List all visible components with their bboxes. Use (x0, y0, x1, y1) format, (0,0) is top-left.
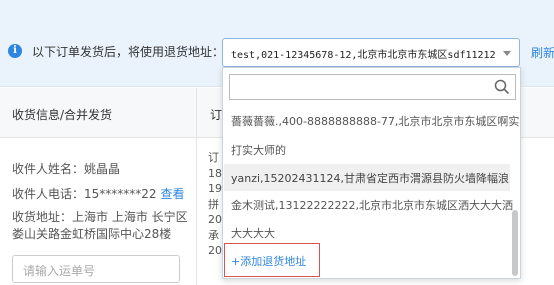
column-header-receiver: 收货信息/合并发货 (12, 108, 113, 122)
tracking-number-input[interactable]: 请输入运单号 (12, 255, 180, 283)
address-option[interactable]: yanzi,15202431124,甘肃省定西市渭源县防火墙降幅浪 (224, 164, 510, 191)
refresh-link[interactable]: 刷新 (531, 44, 554, 61)
address-dropdown: 薔薇薔薇.,400-8888888888-77,北京市北京市东城区啊实 打实大师… (222, 67, 521, 279)
info-icon: i (8, 44, 22, 58)
search-icon (494, 79, 510, 95)
address-option[interactable]: 薔薇薔薇.,400-8888888888-77,北京市北京市东城区啊实 (231, 113, 519, 129)
address-option[interactable]: 打实大师的 (231, 142, 286, 158)
order-info-partial: 订 18 19 拼 20 承 20 (208, 150, 222, 259)
address-option[interactable]: 大大大大 (231, 225, 275, 241)
return-address-select[interactable]: test,021-12345678-12,北京市北京市东城区sdf11212 (222, 38, 520, 67)
receiver-address: 收货地址：上海市 上海市 长宁区娄山关路金虹桥国际中心28楼 (12, 210, 188, 241)
view-phone-link[interactable]: 查看 (161, 187, 185, 201)
column-header-order: 订 (210, 108, 223, 122)
chevron-down-icon (503, 51, 511, 56)
receiver-phone: 收件人电话：15*******22 查看 (12, 185, 185, 202)
dropdown-search-input[interactable] (229, 74, 516, 100)
order-line: 20 (208, 244, 222, 257)
notice-text: 以下订单发货后，将使用退货地址： (32, 45, 225, 59)
order-line: 拼 (208, 197, 219, 211)
order-line: 18 (208, 166, 222, 180)
order-line: 20 (208, 213, 222, 226)
order-line: 承 (208, 228, 219, 242)
column-divider (196, 88, 197, 285)
receiver-phone-text: 收件人电话：15*******22 (12, 187, 157, 201)
receiver-name: 收件人姓名：姚晶晶 (12, 162, 121, 176)
order-line: 19 (208, 182, 222, 195)
dropdown-scrollbar[interactable] (512, 210, 518, 276)
order-line: 订 (208, 151, 219, 164)
add-return-address-button[interactable]: +添加退货地址 (224, 243, 320, 277)
address-option[interactable]: 金木测试,13122222222,北京市北京市东城区洒大大大洒 (231, 197, 513, 213)
selected-address: test,021-12345678-12,北京市北京市东城区sdf11212 (231, 50, 496, 61)
